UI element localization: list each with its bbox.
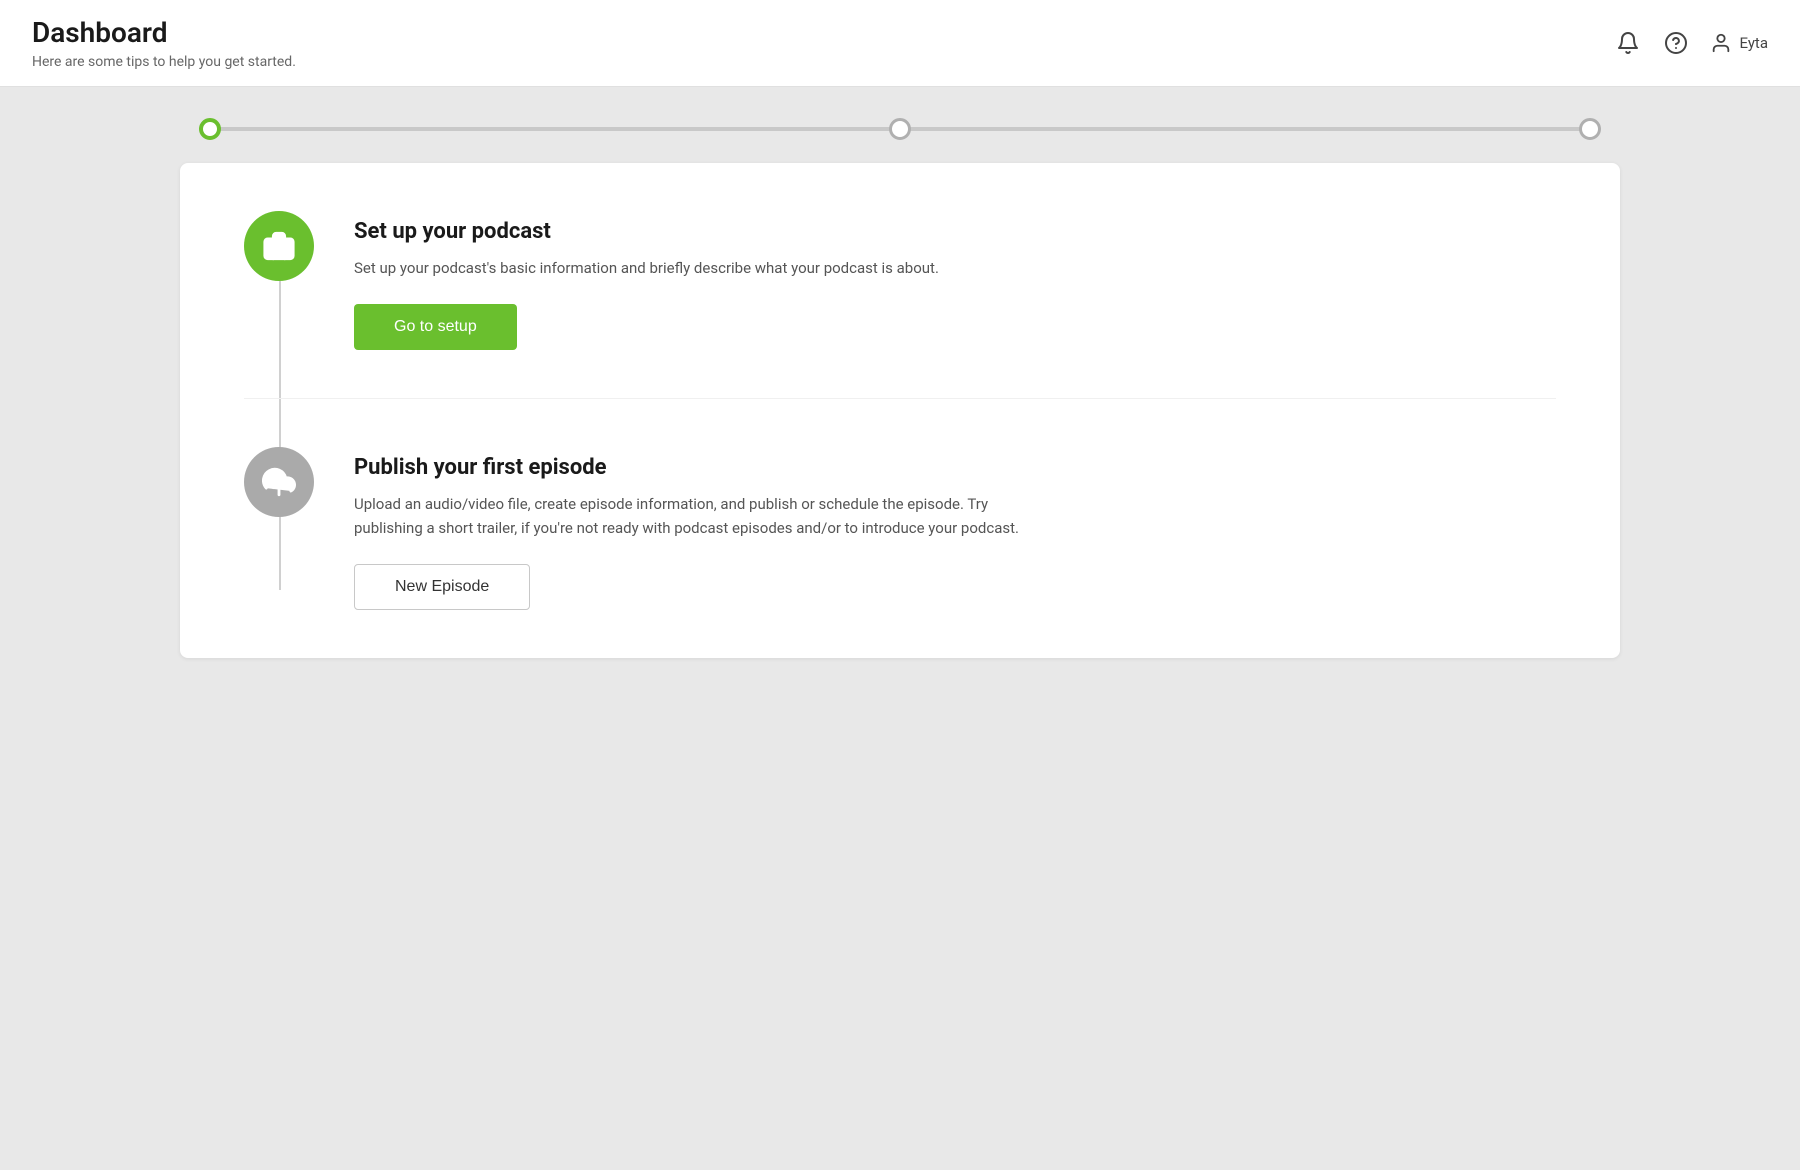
header-right: Eyta <box>1614 29 1769 57</box>
help-button[interactable] <box>1662 29 1690 57</box>
step-2-icon-circle <box>244 447 314 517</box>
briefcase-icon <box>262 229 296 263</box>
main-content: Set up your podcast Set up your podcast'… <box>0 87 1800 698</box>
step-2-content: Publish your first episode Upload an aud… <box>354 447 1556 610</box>
card: Set up your podcast Set up your podcast'… <box>180 163 1620 658</box>
step-2-icon-wrapper <box>244 447 314 517</box>
header: Dashboard Here are some tips to help you… <box>0 0 1800 87</box>
user-name: Eyta <box>1740 34 1769 52</box>
step-1-icon-wrapper <box>244 211 314 281</box>
step-dot-2 <box>889 118 911 140</box>
step-1-title: Set up your podcast <box>354 219 1556 244</box>
step-1-content: Set up your podcast Set up your podcast'… <box>354 211 1556 350</box>
upload-icon <box>262 465 296 499</box>
user-menu[interactable]: Eyta <box>1710 32 1769 54</box>
step-2-title: Publish your first episode <box>354 455 1556 480</box>
person-icon <box>1710 32 1732 54</box>
progress-track <box>210 127 1590 131</box>
step-1-icon-circle <box>244 211 314 281</box>
new-episode-button[interactable]: New Episode <box>354 564 530 610</box>
progress-bar <box>180 127 1620 131</box>
step-publish-episode: Publish your first episode Upload an aud… <box>244 398 1556 610</box>
notifications-button[interactable] <box>1614 29 1642 57</box>
step-setup-podcast: Set up your podcast Set up your podcast'… <box>244 211 1556 350</box>
step-dot-1 <box>199 118 221 140</box>
page-title: Dashboard <box>32 16 296 50</box>
step-1-description: Set up your podcast's basic information … <box>354 256 1034 280</box>
step-2-description: Upload an audio/video file, create episo… <box>354 492 1034 540</box>
step-dot-3 <box>1579 118 1601 140</box>
step-items: Set up your podcast Set up your podcast'… <box>244 211 1556 610</box>
header-left: Dashboard Here are some tips to help you… <box>32 16 296 70</box>
go-to-setup-button[interactable]: Go to setup <box>354 304 517 350</box>
page-subtitle: Here are some tips to help you get start… <box>32 54 296 70</box>
